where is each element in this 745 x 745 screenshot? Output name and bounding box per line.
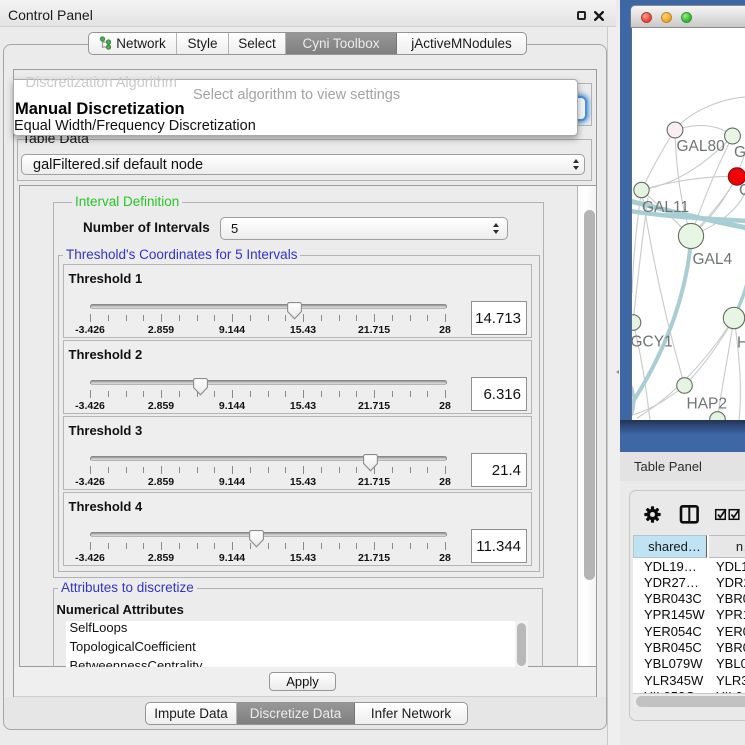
svg-text:GA: GA <box>734 144 745 161</box>
svg-text:C: C <box>739 182 745 199</box>
svg-text:GAL4: GAL4 <box>693 251 733 268</box>
svg-text:GAL80: GAL80 <box>677 138 726 155</box>
svg-text:H: H <box>737 335 745 352</box>
svg-text:GAL11: GAL11 <box>642 199 689 216</box>
svg-text:HAP2: HAP2 <box>687 396 728 413</box>
svg-text:GCY1: GCY1 <box>632 334 673 351</box>
